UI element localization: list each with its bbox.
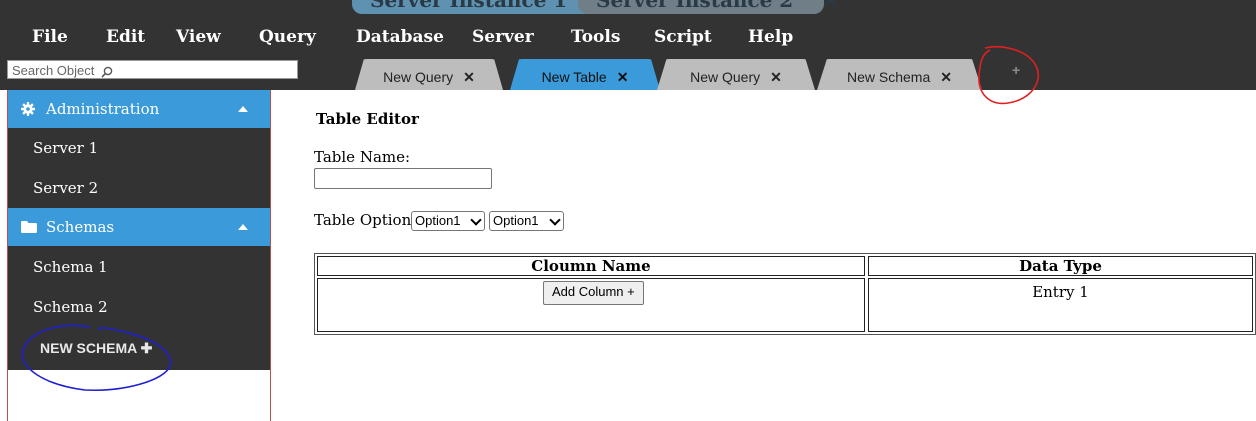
menu-server[interactable]: Server — [472, 18, 534, 58]
column-header-name: Cloumn Name — [317, 256, 865, 276]
tab-label: New Table — [541, 69, 607, 85]
menu-view[interactable]: View — [176, 18, 221, 58]
window-tab-strip: Server Instance 1 ✕ Server Instance 2 ✕ — [0, 0, 1256, 18]
table-option-select-1[interactable]: Option1 — [411, 211, 485, 231]
tab-label: New Schema — [847, 69, 931, 85]
sidebar-section-label: Administration — [46, 100, 160, 118]
table-name-label: Table Name: — [314, 148, 411, 166]
close-icon[interactable]: ✕ — [617, 69, 629, 85]
sidebar-item-schema-2[interactable]: Schema 2 — [8, 287, 270, 327]
close-icon[interactable]: ✕ — [822, 0, 839, 12]
sidebar-item-server-1[interactable]: Server 1 — [8, 128, 270, 168]
menu-help[interactable]: Help — [748, 18, 793, 58]
window-tab-server-instance-2[interactable]: Server Instance 2 ✕ — [578, 0, 839, 14]
sidebar-section-administration[interactable]: Administration — [8, 90, 270, 128]
add-column-button[interactable]: Add Column + — [543, 281, 644, 305]
sidebar: Administration Server 1 Server 2 Schemas… — [8, 90, 270, 370]
gear-icon — [21, 102, 35, 116]
chevron-down-icon — [549, 214, 561, 226]
columns-table: Cloumn Name Data Type Add Column + Entry… — [314, 253, 1256, 335]
close-icon[interactable]: ✕ — [940, 69, 952, 85]
window-tab-server-instance-1[interactable]: Server Instance 1 ✕ — [352, 0, 613, 14]
sidebar-item-server-2[interactable]: Server 2 — [8, 168, 270, 208]
table-name-input[interactable] — [314, 168, 492, 189]
column-header-type: Data Type — [868, 256, 1253, 276]
page-title: Table Editor — [316, 110, 419, 128]
close-icon[interactable]: ✕ — [770, 69, 782, 85]
table-editor-panel: Table Editor Table Name: Table Options O… — [271, 90, 1256, 421]
table-row-cell-name: Add Column + — [317, 278, 865, 332]
sidebar-item-schema-1[interactable]: Schema 1 — [8, 247, 270, 287]
table-options-label: Table Options — [314, 211, 419, 229]
menu-bar: File Edit View Query Database Server Too… — [0, 18, 1256, 58]
tab-new-table[interactable]: New Table ✕ — [510, 59, 660, 90]
folder-icon — [21, 221, 37, 233]
tab-new-schema[interactable]: New Schema ✕ — [817, 59, 982, 90]
menu-file[interactable]: File — [32, 18, 68, 58]
chevron-down-icon — [470, 214, 482, 226]
chevron-up-icon[interactable] — [238, 224, 248, 230]
window-tab-label: Server Instance 2 — [596, 0, 794, 12]
search-input[interactable]: Search Object — [7, 60, 298, 79]
table-row-cell-type: Entry 1 — [868, 278, 1253, 332]
menu-database[interactable]: Database — [356, 18, 444, 58]
menu-query[interactable]: Query — [259, 18, 316, 58]
chevron-up-icon[interactable] — [238, 106, 248, 112]
close-icon[interactable]: ✕ — [463, 69, 475, 85]
search-icon — [101, 66, 113, 78]
tab-label: New Query — [690, 69, 761, 85]
window-tab-label: Server Instance 1 — [370, 0, 568, 12]
sidebar-section-label: Schemas — [46, 218, 115, 236]
new-schema-button[interactable]: NEW SCHEMA ✚ — [40, 340, 152, 357]
tab-new-query-2[interactable]: New Query ✕ — [657, 59, 815, 90]
sidebar-section-schemas[interactable]: Schemas — [8, 208, 270, 246]
select-value: Option1 — [415, 213, 461, 228]
tab-new-query-1[interactable]: New Query ✕ — [355, 59, 503, 90]
tab-row: Search Object New Query ✕ New Table ✕ New … — [0, 58, 1256, 90]
menu-edit[interactable]: Edit — [106, 18, 145, 58]
search-placeholder: Search Object — [12, 63, 95, 78]
menu-script[interactable]: Script — [654, 18, 712, 58]
tab-label: New Query — [383, 69, 454, 85]
select-value: Option1 — [493, 213, 539, 228]
add-tab-button[interactable]: + — [1012, 62, 1020, 78]
menu-tools[interactable]: Tools — [571, 18, 620, 58]
table-option-select-2[interactable]: Option1 — [489, 211, 564, 231]
